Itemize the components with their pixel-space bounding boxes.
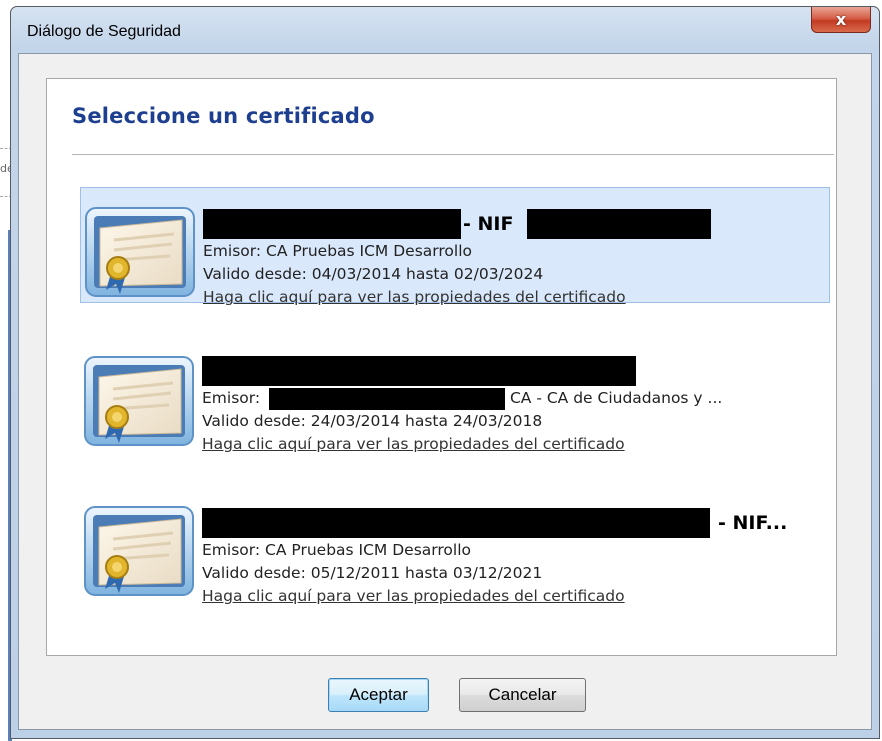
certificate-nif-label: - NIF [463, 212, 514, 235]
redacted-nif [527, 209, 712, 239]
certificate-validity: Valido desde: 24/03/2014 hasta 24/03/201… [202, 412, 543, 430]
certificate-item-3[interactable]: - NIF... Emisor: CA Pruebas ICM Desarrol… [80, 487, 830, 605]
title-bar[interactable]: Diálogo de Seguridad x [11, 7, 879, 53]
certificate-properties-link[interactable]: Haga clic aquí para ver las propiedades … [203, 286, 823, 309]
heading-separator [72, 154, 834, 155]
certificate-issuer: Emisor: CA Pruebas ICM Desarrollo [203, 242, 472, 260]
certificate-issuer: Emisor: CA Pruebas ICM Desarrollo [202, 541, 471, 559]
certificate-holder: - NIF [203, 208, 823, 240]
certificate-panel: Seleccione un certificado - NIF Emisor: … [46, 78, 837, 656]
certificate-item-1[interactable]: - NIF Emisor: CA Pruebas ICM Desarrollo … [80, 187, 830, 306]
certificate-holder [202, 355, 822, 387]
certificate-details: - NIF Emisor: CA Pruebas ICM Desarrollo … [203, 208, 823, 309]
dialog-client-area: Seleccione un certificado - NIF Emisor: … [18, 53, 872, 730]
certificate-details: - NIF... Emisor: CA Pruebas ICM Desarrol… [202, 507, 822, 608]
redacted-issuer [269, 387, 506, 410]
redacted-name [202, 356, 636, 386]
certificate-details: Emisor: CA - CA de Ciudadanos y ... Vali… [202, 355, 822, 456]
certificate-properties-link[interactable]: Haga clic aquí para ver las propiedades … [202, 585, 822, 608]
redacted-name [202, 508, 710, 538]
page-title: Seleccione un certificado [72, 104, 375, 128]
close-button[interactable]: x [811, 7, 871, 33]
certificate-validity: Valido desde: 05/12/2011 hasta 03/12/202… [202, 564, 543, 582]
window-title: Diálogo de Seguridad [27, 23, 181, 40]
certificate-validity: Valido desde: 04/03/2014 hasta 02/03/202… [203, 265, 544, 283]
security-dialog-window: Diálogo de Seguridad x Seleccione un cer… [10, 6, 880, 739]
certificate-icon [84, 356, 194, 446]
redacted-name [203, 209, 461, 239]
certificate-properties-link[interactable]: Haga clic aquí para ver las propiedades … [202, 433, 822, 456]
cancel-button[interactable]: Cancelar [459, 678, 586, 712]
certificate-item-2[interactable]: Emisor: CA - CA de Ciudadanos y ... Vali… [80, 339, 830, 455]
certificate-icon [84, 506, 194, 596]
certificate-icon [85, 207, 195, 297]
certificate-issuer: Emisor: CA - CA de Ciudadanos y ... [202, 387, 822, 410]
accept-button[interactable]: Aceptar [328, 678, 429, 712]
certificate-holder: - NIF... [202, 507, 822, 539]
close-icon: x [835, 10, 847, 29]
certificate-nif-label: - NIF... [718, 511, 788, 534]
